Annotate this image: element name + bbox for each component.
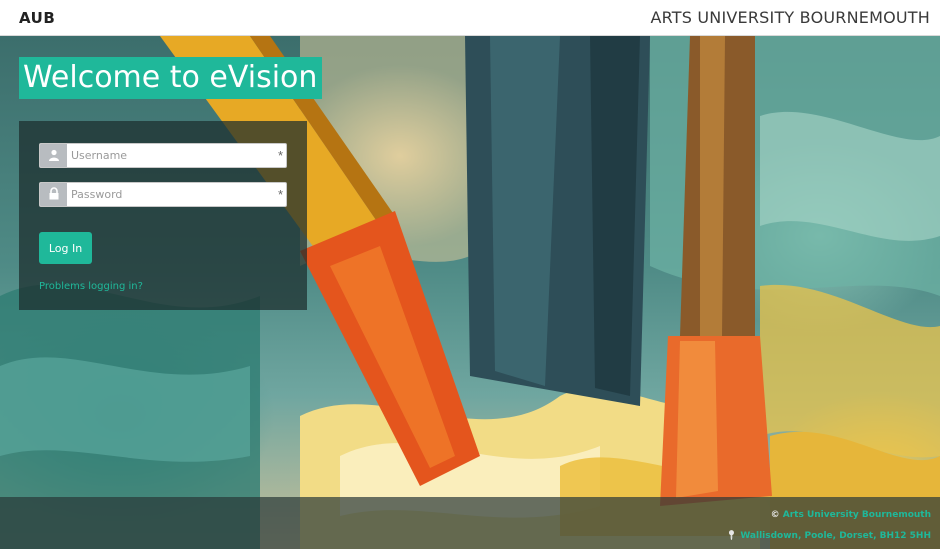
- password-field[interactable]: *: [39, 182, 287, 207]
- top-bar: AUB ARTS UNIVERSITY BOURNEMOUTH: [0, 0, 940, 36]
- problems-logging-in-link[interactable]: Problems logging in?: [39, 281, 143, 292]
- username-field[interactable]: *: [39, 143, 287, 168]
- required-marker: *: [277, 187, 283, 202]
- university-name: ARTS UNIVERSITY BOURNEMOUTH: [650, 8, 930, 27]
- address-text[interactable]: Wallisdown, Poole, Dorset, BH12 5HH: [740, 531, 931, 541]
- user-icon: [40, 144, 67, 167]
- login-panel: * * Log In Problems logging in?: [19, 121, 307, 310]
- lock-icon: [40, 183, 67, 206]
- aub-logo[interactable]: AUB: [19, 9, 55, 27]
- username-input[interactable]: [71, 144, 271, 167]
- footer: © Arts University Bournemouth 📍︎ Wallisd…: [0, 497, 940, 549]
- welcome-heading: Welcome to eVision: [19, 57, 323, 99]
- footer-copyright: © Arts University Bournemouth: [771, 510, 931, 520]
- password-input[interactable]: [71, 183, 271, 206]
- copyright-symbol: ©: [770, 510, 780, 520]
- university-link[interactable]: Arts University Bournemouth: [783, 510, 931, 520]
- map-pin-icon: 📍︎: [725, 531, 738, 541]
- required-marker: *: [277, 148, 283, 163]
- login-button[interactable]: Log In: [39, 232, 92, 264]
- footer-address: 📍︎ Wallisdown, Poole, Dorset, BH12 5HH: [726, 531, 931, 541]
